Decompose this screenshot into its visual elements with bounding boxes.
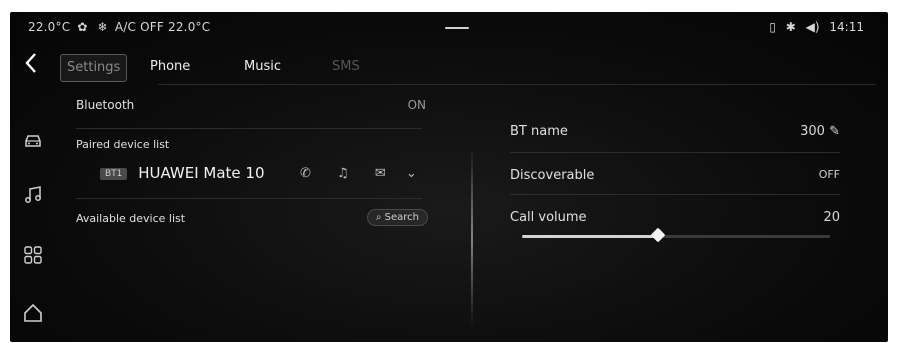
ac-icon: ❄ xyxy=(97,20,108,34)
panel-separator xyxy=(471,147,473,327)
bt-slot-badge: BT1 xyxy=(100,167,128,180)
apps-button[interactable] xyxy=(22,244,44,266)
discoverable-toggle[interactable]: OFF xyxy=(819,168,840,181)
passenger-temperature: 22.0°C xyxy=(168,20,211,34)
bt-name-value[interactable]: 300 ✎ xyxy=(800,124,840,139)
ac-status: A/C OFF xyxy=(114,20,164,34)
divider xyxy=(76,128,422,129)
divider xyxy=(510,194,840,195)
car-icon xyxy=(25,135,41,147)
divider xyxy=(510,152,840,153)
call-volume-slider[interactable] xyxy=(522,227,830,243)
volume-icon: ◀) xyxy=(805,20,820,34)
fan-icon: ✿ xyxy=(77,20,88,34)
back-button[interactable] xyxy=(24,52,38,78)
search-icon: ⌕ xyxy=(375,212,382,223)
bt-name-label: BT name xyxy=(510,124,568,139)
tab-phone[interactable]: Phone xyxy=(144,54,196,82)
phone-icon[interactable]: ✆ xyxy=(300,166,311,181)
status-icons: ▯ ✱ ◀) 14:11 xyxy=(763,20,864,34)
music-note-icon xyxy=(25,186,41,203)
music-button[interactable] xyxy=(22,184,44,206)
paired-device-item[interactable]: BT1 HUAWEI Mate 10 xyxy=(100,164,265,184)
pull-down-handle[interactable] xyxy=(445,27,469,29)
call-volume-label: Call volume xyxy=(510,210,587,225)
climate-status[interactable]: 22.0°C ✿ ❄ A/C OFF 22.0°C xyxy=(28,20,210,34)
discoverable-label: Discoverable xyxy=(510,168,595,183)
infotainment-screen: 22.0°C ✿ ❄ A/C OFF 22.0°C ▯ ✱ ◀) 14:11 S… xyxy=(10,12,888,342)
paired-device-header: Paired device list xyxy=(76,138,422,156)
available-device-label: Available device list xyxy=(76,212,186,225)
bt-name-row[interactable]: BT name 300 ✎ xyxy=(510,124,840,144)
bluetooth-row[interactable]: Bluetooth ON xyxy=(76,98,426,118)
slider-fill xyxy=(522,235,658,238)
device-actions: ✆ ♫ ✉ ⌄ xyxy=(300,166,417,181)
chevron-down-icon[interactable]: ⌄ xyxy=(406,166,417,181)
paired-device-label: Paired device list xyxy=(76,138,170,151)
available-device-row: Available device list ⌕ Search xyxy=(76,209,428,232)
home-button[interactable] xyxy=(22,302,44,324)
message-icon[interactable]: ✉ xyxy=(375,166,386,181)
discoverable-row[interactable]: Discoverable OFF xyxy=(510,168,840,188)
divider xyxy=(76,198,422,199)
call-volume-value: 20 xyxy=(823,210,840,225)
chevron-left-icon xyxy=(25,53,36,73)
device-name: HUAWEI Mate 10 xyxy=(138,164,265,182)
search-button[interactable]: ⌕ Search xyxy=(366,209,428,226)
bluetooth-toggle[interactable]: ON xyxy=(408,98,426,112)
driver-temperature: 22.0°C xyxy=(28,20,71,34)
grid-icon xyxy=(24,246,42,264)
car-button[interactable] xyxy=(22,130,44,152)
clock: 14:11 xyxy=(829,20,864,34)
edit-icon[interactable]: ✎ xyxy=(829,124,840,139)
bluetooth-label: Bluetooth xyxy=(76,98,135,112)
status-bar: 22.0°C ✿ ❄ A/C OFF 22.0°C ▯ ✱ ◀) 14:11 xyxy=(10,12,888,42)
home-icon xyxy=(24,303,42,322)
tab-settings[interactable]: Settings xyxy=(60,54,128,82)
tab-sms[interactable]: SMS xyxy=(326,54,366,82)
bluetooth-icon: ✱ xyxy=(785,20,796,34)
tab-underline xyxy=(158,84,876,85)
music-note-icon[interactable]: ♫ xyxy=(337,166,349,181)
call-volume-row: Call volume 20 xyxy=(510,210,840,230)
tab-music[interactable]: Music xyxy=(238,54,287,82)
phone-signal-icon: ▯ xyxy=(769,20,776,34)
